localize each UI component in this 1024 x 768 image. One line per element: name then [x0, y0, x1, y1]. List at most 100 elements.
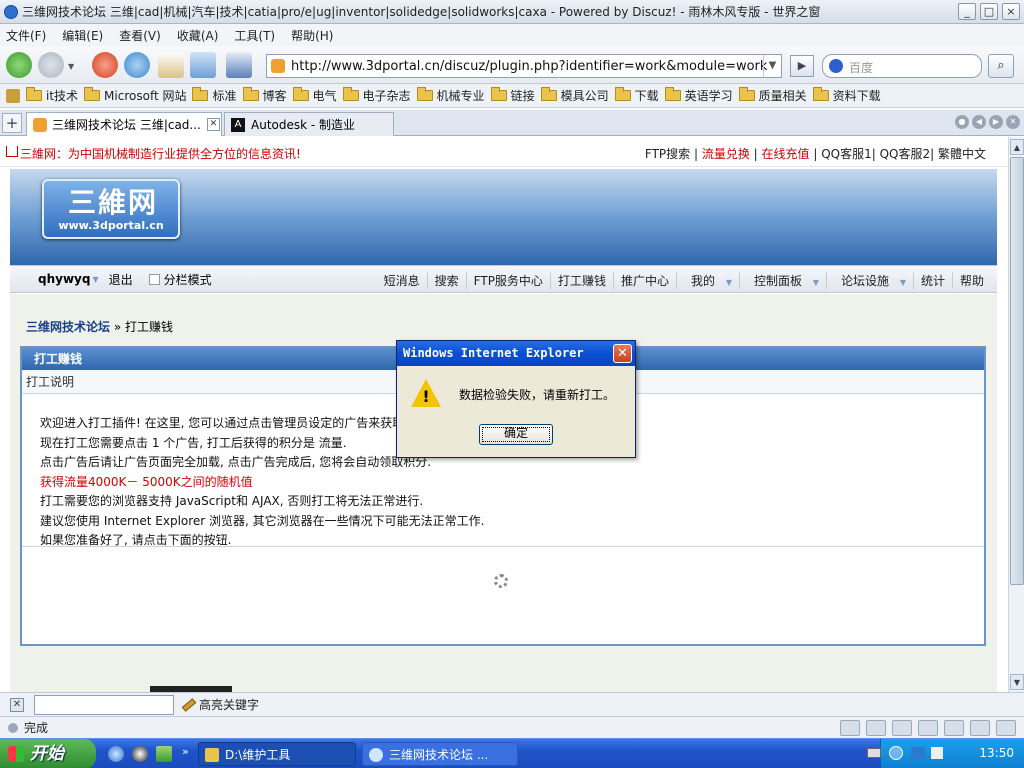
tab-3dportal[interactable]: 三维网技术论坛 三维|cad... ✕ [26, 112, 222, 136]
favorite-item[interactable]: 电子杂志 [342, 87, 411, 104]
column-mode-label: 分栏模式 [163, 272, 212, 287]
home-icon[interactable] [158, 52, 184, 78]
scroll-up-icon[interactable]: ▲ [1010, 139, 1024, 155]
top-link-qq2[interactable]: QQ客服2 [880, 147, 931, 161]
nav-promotion[interactable]: 推广中心 [612, 272, 676, 289]
volume-tray-icon[interactable] [931, 747, 943, 759]
dialog-close-button[interactable]: ✕ [613, 344, 632, 363]
tab-scroll-left-icon[interactable]: ◀ [972, 115, 986, 129]
taskbar-item-explorer[interactable]: D:\维护工具 [198, 742, 356, 766]
ie-quicklaunch-icon[interactable] [108, 746, 124, 762]
search-button[interactable]: ⌕ [988, 54, 1014, 78]
find-close-icon[interactable]: ✕ [10, 697, 24, 712]
favorite-item[interactable]: 链接 [490, 87, 535, 104]
refresh-icon[interactable] [124, 52, 150, 78]
stop-icon[interactable] [92, 52, 118, 78]
breadcrumb-current: » 打工赚钱 [113, 320, 174, 334]
favorite-item[interactable]: 英语学习 [664, 87, 733, 104]
taskbar-clock[interactable]: 13:50 [979, 746, 1014, 760]
tab-close-all-icon[interactable]: ✕ [1006, 115, 1020, 129]
nav-forum-tools[interactable]: 论坛设施 ▼ [825, 272, 913, 289]
tab-list-icon[interactable]: ● [955, 115, 969, 129]
status-tool-icon[interactable] [944, 720, 964, 736]
taskbar-item-browser[interactable]: 三维网技术论坛 ... [362, 742, 518, 766]
favorite-item[interactable]: 下载 [614, 87, 659, 104]
nav-control-panel[interactable]: 控制面板 ▼ [738, 272, 826, 289]
logout-link[interactable]: 退出 [109, 271, 133, 288]
tab-scroll-right-icon[interactable]: ▶ [989, 115, 1003, 129]
menu-file[interactable]: 文件(F) [6, 27, 46, 44]
quicklaunch-more-icon[interactable]: » [182, 745, 189, 758]
status-tool-icon[interactable] [866, 720, 886, 736]
forward-arrow-icon[interactable] [38, 52, 64, 78]
top-link-recharge[interactable]: 在线充值 [762, 147, 810, 161]
close-button[interactable]: × [1002, 3, 1020, 20]
maximize-button[interactable]: □ [980, 3, 998, 20]
status-tool-icon[interactable] [996, 720, 1016, 736]
find-input[interactable] [34, 694, 174, 715]
history-dropdown-icon[interactable]: ▼ [68, 62, 74, 71]
favorite-item[interactable]: 质量相关 [738, 87, 807, 104]
nav-help[interactable]: 帮助 [951, 272, 991, 289]
favorite-item[interactable]: 博客 [242, 87, 287, 104]
favorite-item[interactable]: it技术 [26, 87, 78, 104]
nav-search[interactable]: 搜索 [426, 272, 466, 289]
status-tool-icon[interactable] [970, 720, 990, 736]
top-link-traffic[interactable]: 流量兑换 [702, 147, 750, 161]
forum-navbar: qhywyq ▼ 退出 分栏模式 短消息 搜索 FTP服务中心 打工赚钱 推广中… [10, 265, 997, 293]
favorite-item[interactable]: Microsoft 网站 [84, 87, 186, 104]
folder-icon [812, 87, 829, 101]
tab-autodesk[interactable]: A Autodesk - 制造业 [224, 112, 394, 136]
page-scrollbar[interactable]: ▲ ▼ [1008, 137, 1024, 692]
menu-favorites[interactable]: 收藏(A) [177, 27, 219, 44]
dialog-ok-button[interactable]: 确定 [479, 424, 553, 445]
status-tool-icon[interactable] [840, 720, 860, 736]
tray-arrow-icon[interactable] [889, 746, 903, 760]
site-logo[interactable]: 三維网 www.3dportal.cn [42, 179, 180, 239]
nav-my[interactable]: 我的 ▼ [675, 272, 739, 289]
taskbar-item-label: D:\维护工具 [225, 748, 291, 762]
scrollbar-thumb[interactable] [1010, 157, 1024, 585]
menu-help[interactable]: 帮助(H) [291, 27, 333, 44]
menu-tools[interactable]: 工具(T) [234, 27, 275, 44]
go-button[interactable]: ▶ [790, 55, 814, 77]
nav-stats[interactable]: 统计 [912, 272, 952, 289]
desktop-quicklaunch-icon[interactable] [156, 746, 172, 762]
menu-view[interactable]: 查看(V) [119, 27, 161, 44]
network-tray-icon[interactable] [911, 747, 925, 759]
minimize-button[interactable]: _ [958, 3, 976, 20]
scroll-down-icon[interactable]: ▼ [1010, 674, 1024, 690]
favorites-book-icon[interactable] [226, 52, 252, 78]
top-link-traditional[interactable]: 繁體中文 [938, 147, 986, 161]
column-mode-checkbox[interactable] [148, 273, 160, 285]
address-url[interactable]: http://www.3dportal.cn/discuz/plugin.php… [291, 59, 767, 74]
top-link-ftp[interactable]: FTP搜索 [645, 147, 690, 161]
menu-edit[interactable]: 编辑(E) [62, 27, 103, 44]
username-link[interactable]: qhywyq [38, 272, 90, 286]
nav-work-earn[interactable]: 打工赚钱 [549, 272, 613, 289]
home-icon[interactable] [6, 146, 18, 157]
restore-page-icon[interactable] [190, 52, 216, 78]
address-bar[interactable]: http://www.3dportal.cn/discuz/plugin.php… [266, 54, 782, 78]
user-dropdown-icon[interactable]: ▼ [92, 275, 98, 284]
tab-close-icon[interactable]: ✕ [206, 118, 220, 131]
favorite-item[interactable]: 标准 [192, 87, 237, 104]
highlight-keywords-button[interactable]: 高亮关键字 [181, 696, 259, 713]
start-button[interactable]: 开始 [0, 739, 96, 768]
new-tab-button[interactable]: + [2, 113, 22, 133]
favorite-item[interactable]: 电气 [292, 87, 337, 104]
qq-quicklaunch-icon[interactable] [132, 746, 148, 762]
status-tool-icon[interactable] [892, 720, 912, 736]
status-tool-icon[interactable] [918, 720, 938, 736]
favorite-item[interactable]: 模具公司 [540, 87, 609, 104]
nav-ftp-center[interactable]: FTP服务中心 [465, 272, 550, 289]
back-arrow-icon[interactable] [6, 52, 32, 78]
breadcrumb-home[interactable]: 三维网技术论坛 [26, 320, 110, 334]
favorite-item[interactable]: 机械专业 [416, 87, 485, 104]
favorite-item[interactable]: 资料下载 [812, 87, 881, 104]
top-link-qq1[interactable]: QQ客服1 [821, 147, 872, 161]
address-dropdown-icon[interactable]: ▼ [763, 55, 781, 77]
search-input[interactable]: 百度 [822, 54, 982, 78]
keyboard-tray-icon[interactable] [867, 748, 881, 758]
nav-messages[interactable]: 短消息 [377, 272, 427, 289]
